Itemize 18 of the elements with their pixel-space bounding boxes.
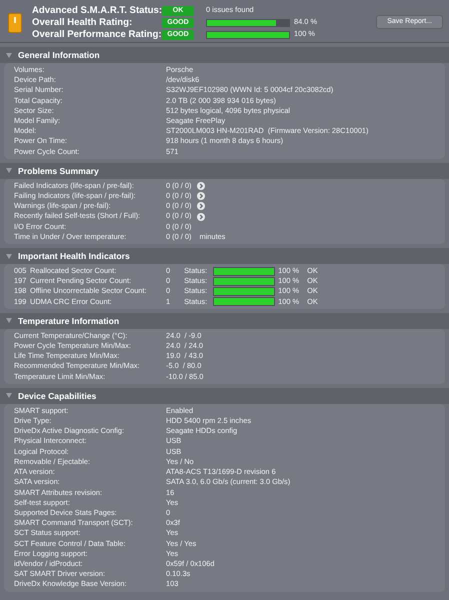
section-title: Problems Summary <box>18 166 99 176</box>
arrow-button-icon[interactable] <box>197 182 206 190</box>
section-title: Device Capabilities <box>18 390 96 401</box>
section-title: General Information <box>18 50 100 60</box>
status-label: Overall Health Rating: <box>32 16 134 28</box>
disclosure-triangle-icon[interactable] <box>6 318 12 324</box>
disclosure-triangle-icon[interactable] <box>6 393 12 398</box>
status-label: Overall Performance Rating: <box>32 28 162 40</box>
disclosure-triangle-icon[interactable] <box>6 168 12 174</box>
disclosure-triangle-icon[interactable] <box>6 254 12 259</box>
arrow-button-icon[interactable] <box>197 192 206 200</box>
section-title: Temperature Information <box>18 316 120 326</box>
section-title: Important Health Indicators <box>18 250 130 262</box>
arrow-button-icon[interactable] <box>197 202 206 210</box>
status-label: Advanced S.M.A.R.T. Status: <box>32 4 162 16</box>
drive-icon <box>8 12 22 32</box>
disclosure-triangle-icon[interactable] <box>6 52 12 58</box>
arrow-button-icon[interactable] <box>197 212 206 221</box>
